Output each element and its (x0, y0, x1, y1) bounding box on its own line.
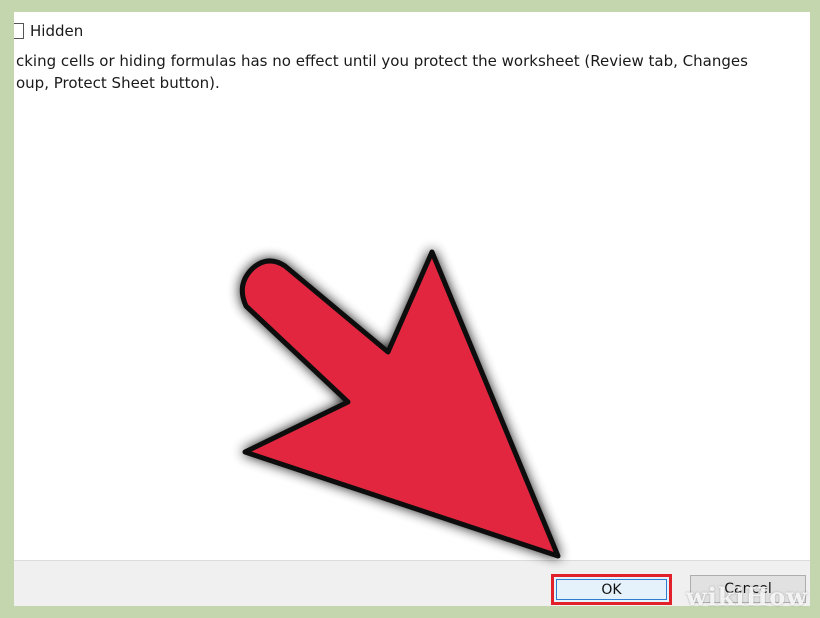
hidden-checkbox[interactable] (14, 23, 24, 39)
hidden-checkbox-label: Hidden (30, 22, 84, 40)
ok-button[interactable]: OK (551, 574, 672, 605)
hidden-option-row[interactable]: Hidden (14, 20, 83, 42)
info-line-2: oup, Protect Sheet button). (16, 74, 220, 92)
protection-dialog: Hidden cking cells or hiding formulas ha… (14, 12, 810, 606)
wikihow-watermark: wikiHow (686, 582, 808, 611)
screenshot-frame: Hidden cking cells or hiding formulas ha… (0, 0, 820, 618)
protection-info-text: cking cells or hiding formulas has no ef… (16, 50, 796, 94)
info-line-1: cking cells or hiding formulas has no ef… (16, 52, 748, 70)
